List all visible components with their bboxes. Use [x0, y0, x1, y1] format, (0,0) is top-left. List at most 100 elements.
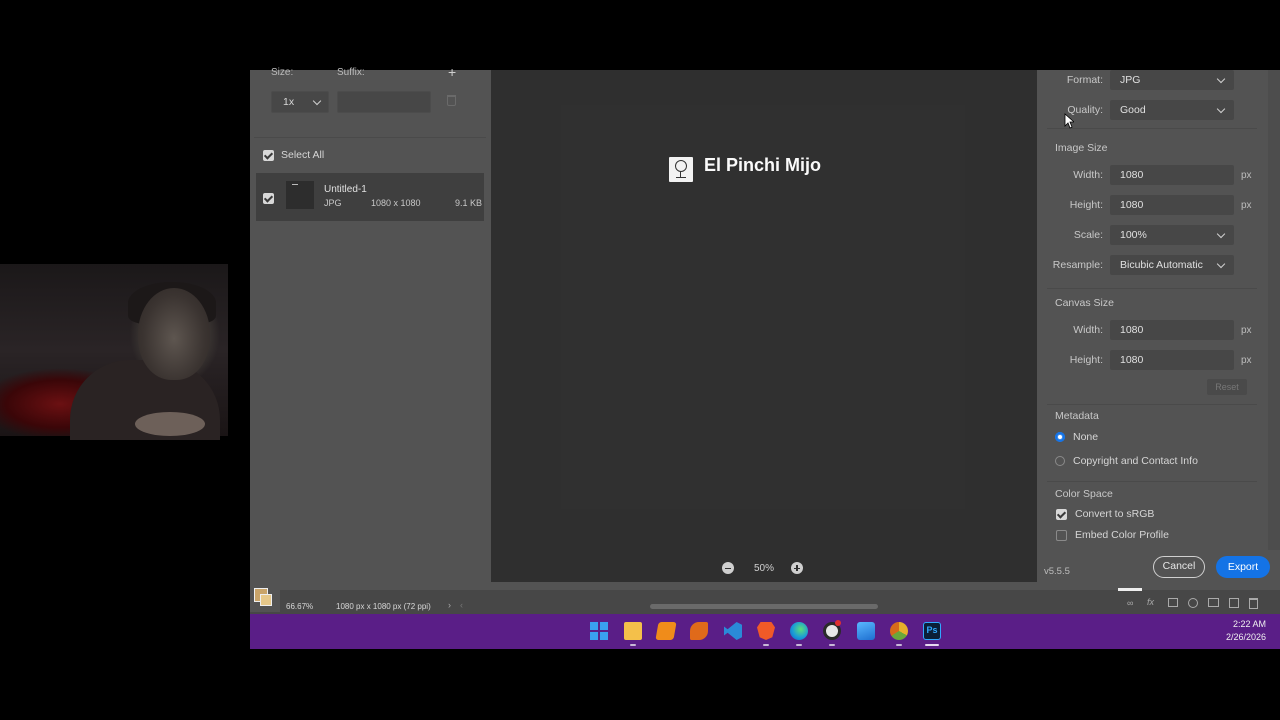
canvas-height-unit: px	[1241, 355, 1252, 366]
quality-select[interactable]: Good	[1110, 100, 1234, 120]
stick-figure-logo	[669, 157, 693, 182]
suffix-input[interactable]	[337, 91, 431, 113]
zoom-out-icon[interactable]	[722, 562, 734, 574]
resample-select[interactable]: Bicubic Automatic	[1110, 255, 1234, 275]
format-select[interactable]: JPG	[1110, 70, 1234, 90]
format-label: Format:	[1066, 74, 1103, 86]
windows-start-icon[interactable]	[590, 622, 608, 640]
chevron-right-icon[interactable]: ›	[448, 600, 451, 610]
fx-icon[interactable]: fx	[1147, 597, 1154, 607]
fl-studio-icon[interactable]	[690, 622, 708, 640]
delete-layer-icon[interactable]	[1249, 598, 1258, 609]
canvas-height-label: Height:	[1069, 354, 1103, 366]
image-size-heading: Image Size	[1055, 142, 1108, 154]
color-space-heading: Color Space	[1055, 488, 1113, 500]
size-select[interactable]: 1x	[271, 91, 329, 113]
scale-select-value: 100%	[1120, 229, 1147, 241]
size-select-value: 1x	[283, 96, 295, 108]
add-scale-icon[interactable]: +	[448, 64, 456, 80]
canvas-height-input[interactable]: 1080	[1110, 350, 1234, 370]
convert-srgb-label: Convert to sRGB	[1075, 508, 1155, 520]
metadata-copyright-label: Copyright and Contact Info	[1073, 455, 1198, 467]
canvas-width-value: 1080	[1120, 324, 1144, 336]
photos-icon[interactable]	[857, 622, 875, 640]
chevron-down-icon	[1216, 74, 1226, 84]
height-unit: px	[1241, 200, 1252, 211]
reset-button[interactable]: Reset	[1207, 379, 1247, 395]
export-button[interactable]: Export	[1216, 556, 1270, 578]
chevron-down-icon	[1216, 229, 1226, 239]
select-all-checkbox[interactable]	[263, 150, 274, 161]
sublime-text-icon[interactable]	[655, 622, 677, 640]
width-label: Width:	[1073, 169, 1103, 181]
asset-format: JPG	[324, 198, 342, 208]
scale-select[interactable]: 100%	[1110, 225, 1234, 245]
zoom-in-icon[interactable]	[791, 562, 803, 574]
width-value: 1080	[1120, 169, 1144, 181]
height-label: Height:	[1069, 199, 1103, 211]
windows-taskbar: Ps 2:22 AM 2/26/2026	[250, 614, 1280, 649]
folder-icon[interactable]	[1208, 598, 1219, 607]
vscode-icon[interactable]	[724, 622, 742, 640]
ps-zoom-level: 66.67%	[286, 602, 314, 611]
quality-select-value: Good	[1120, 104, 1146, 116]
taskbar-time[interactable]: 2:22 AM	[1210, 619, 1266, 629]
chevron-left-icon[interactable]: ‹	[460, 600, 463, 610]
height-input[interactable]: 1080	[1110, 195, 1234, 215]
metadata-heading: Metadata	[1055, 410, 1099, 422]
format-select-value: JPG	[1120, 74, 1141, 86]
chevron-down-icon	[1216, 104, 1226, 114]
resample-select-value: Bicubic Automatic	[1120, 259, 1203, 271]
panel-indicator	[1118, 588, 1142, 591]
scale-label: Scale:	[1073, 229, 1103, 241]
file-settings-panel: Format: JPG Quality: Good Image Size Wid…	[1037, 70, 1269, 582]
background-color-icon[interactable]	[260, 594, 272, 606]
brave-browser-icon[interactable]	[757, 622, 775, 640]
asset-row[interactable]: Untitled-1 JPG 1080 x 1080 9.1 KB	[256, 173, 484, 221]
version-label: v5.5.5	[1044, 566, 1070, 577]
chevron-down-icon	[1216, 259, 1226, 269]
mouse-cursor-icon	[1064, 113, 1074, 129]
metadata-none-radio[interactable]	[1055, 432, 1065, 442]
edge-browser-icon[interactable]	[790, 622, 808, 640]
link-layers-icon[interactable]: ∞	[1127, 598, 1133, 608]
active-app-indicator	[925, 644, 939, 646]
photoshop-icon[interactable]: Ps	[923, 622, 941, 640]
taskbar-date[interactable]: 2/26/2026	[1210, 632, 1266, 642]
height-value: 1080	[1120, 199, 1144, 211]
obs-studio-icon[interactable]	[823, 620, 841, 640]
canvas-width-unit: px	[1241, 325, 1252, 336]
asset-checkbox[interactable]	[263, 193, 274, 204]
chrome-canary-icon[interactable]	[890, 622, 908, 640]
metadata-none-label: None	[1073, 431, 1099, 443]
convert-srgb-checkbox[interactable]	[1056, 509, 1067, 520]
size-label: Size:	[271, 67, 294, 78]
asset-name: Untitled-1	[324, 184, 367, 195]
divider	[254, 137, 486, 138]
resample-label: Resample:	[1052, 259, 1103, 271]
horizontal-scrollbar[interactable]	[650, 604, 878, 609]
new-layer-icon[interactable]	[1229, 598, 1239, 608]
photoshop-status-bar: 66.67% 1080 px x 1080 px (72 ppi) › ‹ ∞ …	[250, 582, 1280, 614]
canvas-width-label: Width:	[1073, 324, 1103, 336]
width-unit: px	[1241, 170, 1252, 181]
assets-panel: Size: Suffix: + 1x Select All Untitled-1…	[250, 64, 490, 582]
asset-filesize: 9.1 KB	[455, 198, 483, 208]
mask-icon[interactable]	[1168, 598, 1178, 607]
adjustment-icon[interactable]	[1188, 598, 1198, 608]
metadata-copyright-radio[interactable]	[1055, 456, 1065, 466]
zoom-level: 50%	[754, 563, 775, 574]
embed-profile-checkbox[interactable]	[1056, 530, 1067, 541]
file-explorer-icon[interactable]	[624, 622, 642, 640]
embed-profile-label: Embed Color Profile	[1075, 529, 1169, 541]
webcam-overlay	[0, 264, 228, 440]
settings-scrollbar[interactable]	[1268, 70, 1280, 550]
width-input[interactable]: 1080	[1110, 165, 1234, 185]
chevron-down-icon	[312, 96, 322, 106]
art-title: El Pinchi Mijo	[704, 155, 822, 175]
cancel-button[interactable]: Cancel	[1153, 556, 1205, 578]
canvas-height-value: 1080	[1120, 354, 1144, 366]
canvas-width-input[interactable]: 1080	[1110, 320, 1234, 340]
asset-thumbnail	[286, 181, 314, 209]
trash-icon[interactable]	[447, 95, 456, 106]
